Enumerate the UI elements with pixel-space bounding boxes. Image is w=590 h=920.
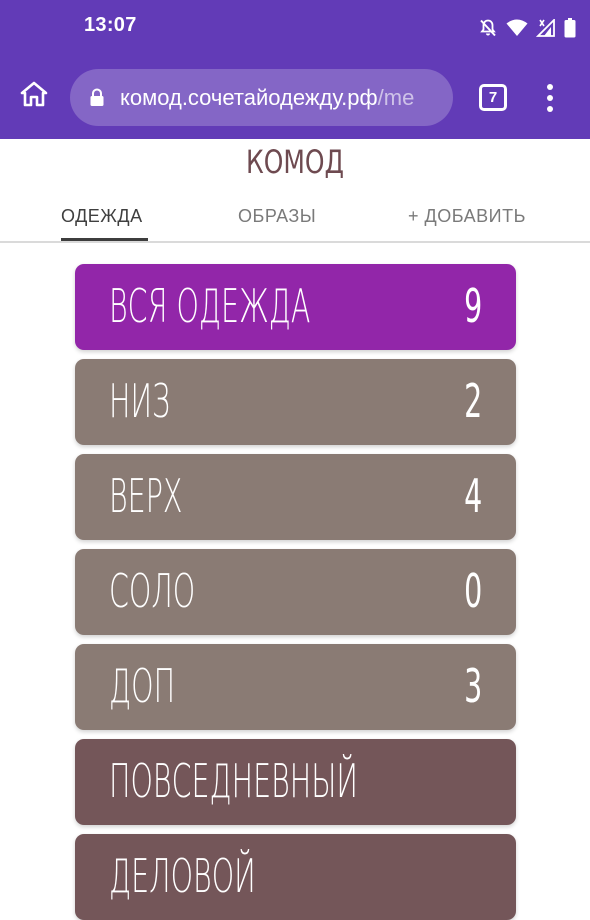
app-title: КОМОД — [245, 143, 345, 181]
category-business[interactable]: ДЕЛОВОЙ — [75, 834, 516, 920]
home-icon — [19, 80, 49, 112]
category-label: ВСЯ ОДЕЖДА — [109, 279, 311, 333]
tab-bar: ОДЕЖДА ОБРАЗЫ + ДОБАВИТЬ — [0, 190, 590, 242]
category-top[interactable]: ВЕРХ 4 — [75, 454, 516, 540]
tab-clothes[interactable]: ОДЕЖДА — [61, 206, 143, 227]
category-label: ДЕЛОВОЙ — [109, 849, 256, 903]
tab-looks[interactable]: ОБРАЗЫ — [238, 206, 316, 227]
status-time: 13:07 — [84, 14, 137, 36]
battery-icon — [564, 18, 576, 38]
category-label: СОЛО — [109, 564, 196, 618]
wifi-icon — [506, 19, 528, 37]
status-icons — [478, 15, 576, 41]
tab-switcher-button[interactable]: 7 — [479, 84, 507, 111]
home-button[interactable] — [16, 78, 52, 114]
browser-chrome: 13:07 комод.сочетайодежду.рф/me 7 — [0, 0, 590, 139]
tab-add[interactable]: + ДОБАВИТЬ — [408, 206, 526, 227]
category-bottom[interactable]: НИЗ 2 — [75, 359, 516, 445]
category-count: 0 — [463, 564, 482, 618]
status-bar: 13:07 — [0, 0, 590, 56]
category-casual[interactable]: ПОВСЕДНЕВНЫЙ — [75, 739, 516, 825]
tab-count: 7 — [488, 89, 498, 106]
address-bar[interactable]: комод.сочетайодежду.рф/me — [70, 69, 453, 126]
url-domain: комод.сочетайодежду.рф — [120, 85, 378, 110]
category-label: ПОВСЕДНЕВНЫЙ — [109, 754, 358, 808]
category-count: 3 — [463, 659, 482, 713]
category-solo[interactable]: СОЛО 0 — [75, 549, 516, 635]
overflow-menu-button[interactable] — [536, 82, 564, 114]
category-count: 2 — [463, 374, 482, 428]
category-count: 9 — [463, 279, 482, 333]
signal-icon — [536, 19, 556, 37]
category-count: 4 — [463, 469, 482, 523]
category-all-clothes[interactable]: ВСЯ ОДЕЖДА 9 — [75, 264, 516, 350]
category-label: ДОП — [109, 659, 176, 713]
lock-icon — [89, 88, 105, 111]
category-accessories[interactable]: ДОП 3 — [75, 644, 516, 730]
browser-toolbar: комод.сочетайодежду.рф/me 7 — [0, 56, 590, 139]
category-label: ВЕРХ — [109, 469, 183, 523]
bell-off-icon — [478, 18, 498, 38]
category-label: НИЗ — [109, 374, 171, 428]
url-path: /me — [377, 85, 415, 110]
more-vert-icon — [547, 84, 553, 112]
category-list: ВСЯ ОДЕЖДА 9 НИЗ 2 ВЕРХ 4 СОЛО 0 ДОП 3 П… — [75, 264, 516, 920]
url-text: комод.сочетайодежду.рф/me — [120, 84, 414, 112]
tab-divider — [0, 241, 590, 243]
